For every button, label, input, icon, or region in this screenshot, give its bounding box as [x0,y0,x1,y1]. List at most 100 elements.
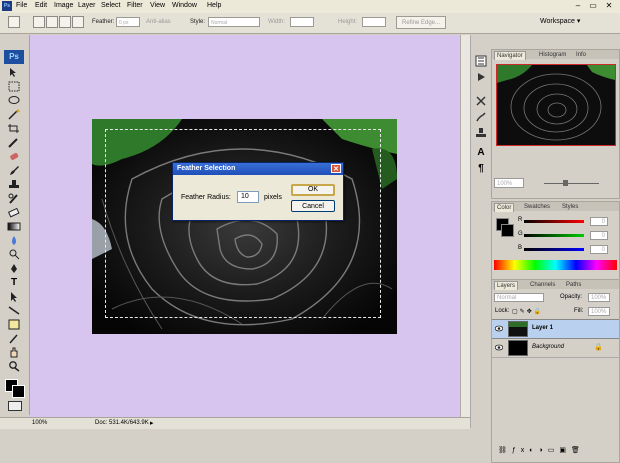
zoom-tool-icon[interactable] [7,361,21,372]
refine-edge-button[interactable]: Refine Edge... [396,16,446,29]
tab-navigator[interactable]: Navigator [494,51,526,60]
type-tool-icon[interactable]: T [7,277,21,288]
history-panel-icon[interactable] [475,55,487,67]
menu-window[interactable]: Window [172,2,197,9]
eye-icon[interactable] [495,325,503,332]
tab-swatches[interactable]: Swatches [522,203,552,211]
dialog-close-icon[interactable]: ✕ [331,164,341,173]
brush-tool-icon[interactable] [7,165,21,176]
crop-tool-icon[interactable] [7,123,21,134]
menu-edit[interactable]: Edit [35,2,47,9]
opacity-input[interactable]: 100% [588,293,610,302]
tab-layers[interactable]: Layers [494,281,519,290]
add-selection-icon[interactable] [46,16,58,28]
dodge-tool-icon[interactable] [7,249,21,260]
character-panel-icon[interactable]: A [475,147,487,159]
color-spectrum-bar[interactable] [494,260,617,270]
feather-selection-dialog: Feather Selection ✕ Feather Radius: 10 p… [172,162,344,221]
height-input[interactable] [362,17,386,27]
blend-mode-select[interactable]: Normal [494,293,544,302]
channel-g-value[interactable]: 0 [590,231,608,240]
app-icon: Ps [2,1,12,11]
marquee-tool-icon[interactable] [7,81,21,92]
gradient-tool-icon[interactable] [7,221,21,232]
feather-radius-unit: pixels [264,194,282,201]
clone-source-icon[interactable] [475,127,487,139]
layer1-name[interactable]: Layer 1 [532,325,553,331]
background-color-swatch[interactable] [12,385,25,398]
line-tool-icon[interactable] [7,305,21,316]
menu-filter[interactable]: Filter [127,2,143,9]
photoshop-logo: Ps [4,50,24,64]
color-bg-swatch[interactable] [501,224,514,237]
channel-b-slider[interactable] [524,248,584,251]
notes-tool-icon[interactable] [7,319,21,330]
close-icon[interactable]: ✕ [603,1,615,11]
tab-info[interactable]: Info [574,51,588,59]
pen-tool-icon[interactable] [7,263,21,274]
ok-button[interactable]: OK [291,184,335,196]
lock-icons[interactable]: ▢✎✥🔒 [512,308,552,315]
channel-g-slider[interactable] [524,234,584,237]
dialog-title-bar: Feather Selection ✕ [173,163,343,175]
clone-stamp-icon[interactable] [7,179,21,190]
feather-input[interactable]: 0 px [116,17,140,27]
actions-panel-icon[interactable] [475,71,487,83]
antialias-checkbox[interactable]: Anti-alias [146,19,171,25]
eyedropper-icon[interactable] [7,137,21,148]
tab-channels[interactable]: Channels [528,281,557,289]
move-tool-icon[interactable] [7,67,21,78]
channel-r-slider[interactable] [524,220,584,223]
menu-file[interactable]: File [16,2,27,9]
quick-mask-icon[interactable] [8,401,22,411]
style-select[interactable]: Normal [208,17,260,27]
tool-presets-icon[interactable] [475,95,487,107]
eraser-icon[interactable] [7,207,21,218]
layers-footer-icons[interactable]: ⛓ƒx◐◑▭▣🗑 [492,446,619,458]
blur-tool-icon[interactable] [7,235,21,246]
tab-styles[interactable]: Styles [560,203,580,211]
intersect-selection-icon[interactable] [72,16,84,28]
tab-color[interactable]: Color [494,203,515,212]
eyedropper-sample-icon[interactable] [7,333,21,344]
layer-row-layer1[interactable]: Layer 1 [492,319,619,339]
hand-tool-icon[interactable] [7,347,21,358]
background-layer-name[interactable]: Background [532,344,564,350]
marquee-tool-preset-icon[interactable] [8,16,20,28]
new-selection-icon[interactable] [33,16,45,28]
status-arrow-icon[interactable]: ▸ [150,419,154,427]
paragraph-panel-icon[interactable]: ¶ [475,163,487,175]
fill-input[interactable]: 100% [588,307,610,316]
eye-icon[interactable] [495,344,503,351]
menu-view[interactable]: View [150,2,165,9]
menu-image[interactable]: Image [54,2,73,9]
minimize-icon[interactable]: – [572,1,584,11]
workspace-button[interactable]: Workspace ▾ [540,17,595,29]
subtract-selection-icon[interactable] [59,16,71,28]
navigator-thumbnail[interactable] [496,64,616,146]
layers-panel: Layers Channels Paths Normal Opacity: 10… [491,279,620,463]
restore-icon[interactable]: ▭ [587,1,599,11]
healing-brush-icon[interactable] [7,151,21,162]
width-input[interactable] [290,17,314,27]
layer-row-background[interactable]: Background 🔒 [492,339,619,358]
brushes-panel-icon[interactable] [475,111,487,123]
tab-histogram[interactable]: Histogram [537,51,568,59]
navigator-zoom-field[interactable]: 100% [494,178,524,188]
zoom-readout[interactable]: 100% [32,420,47,426]
vertical-scrollbar[interactable] [460,35,470,417]
channel-b-value[interactable]: 0 [590,245,608,254]
path-selection-icon[interactable] [7,291,21,302]
feather-radius-input[interactable]: 10 [237,191,259,203]
navigator-zoom-thumb[interactable] [563,180,568,186]
magic-wand-icon[interactable] [7,109,21,120]
cancel-button[interactable]: Cancel [291,200,335,212]
channel-r-value[interactable]: 0 [590,217,608,226]
history-brush-icon[interactable] [7,193,21,204]
tab-paths[interactable]: Paths [564,281,583,289]
menu-layer[interactable]: Layer [78,2,96,9]
lasso-tool-icon[interactable] [7,95,21,106]
menu-help[interactable]: Help [207,2,221,9]
menu-select[interactable]: Select [101,2,120,9]
navigator-zoom-slider[interactable] [544,183,599,184]
